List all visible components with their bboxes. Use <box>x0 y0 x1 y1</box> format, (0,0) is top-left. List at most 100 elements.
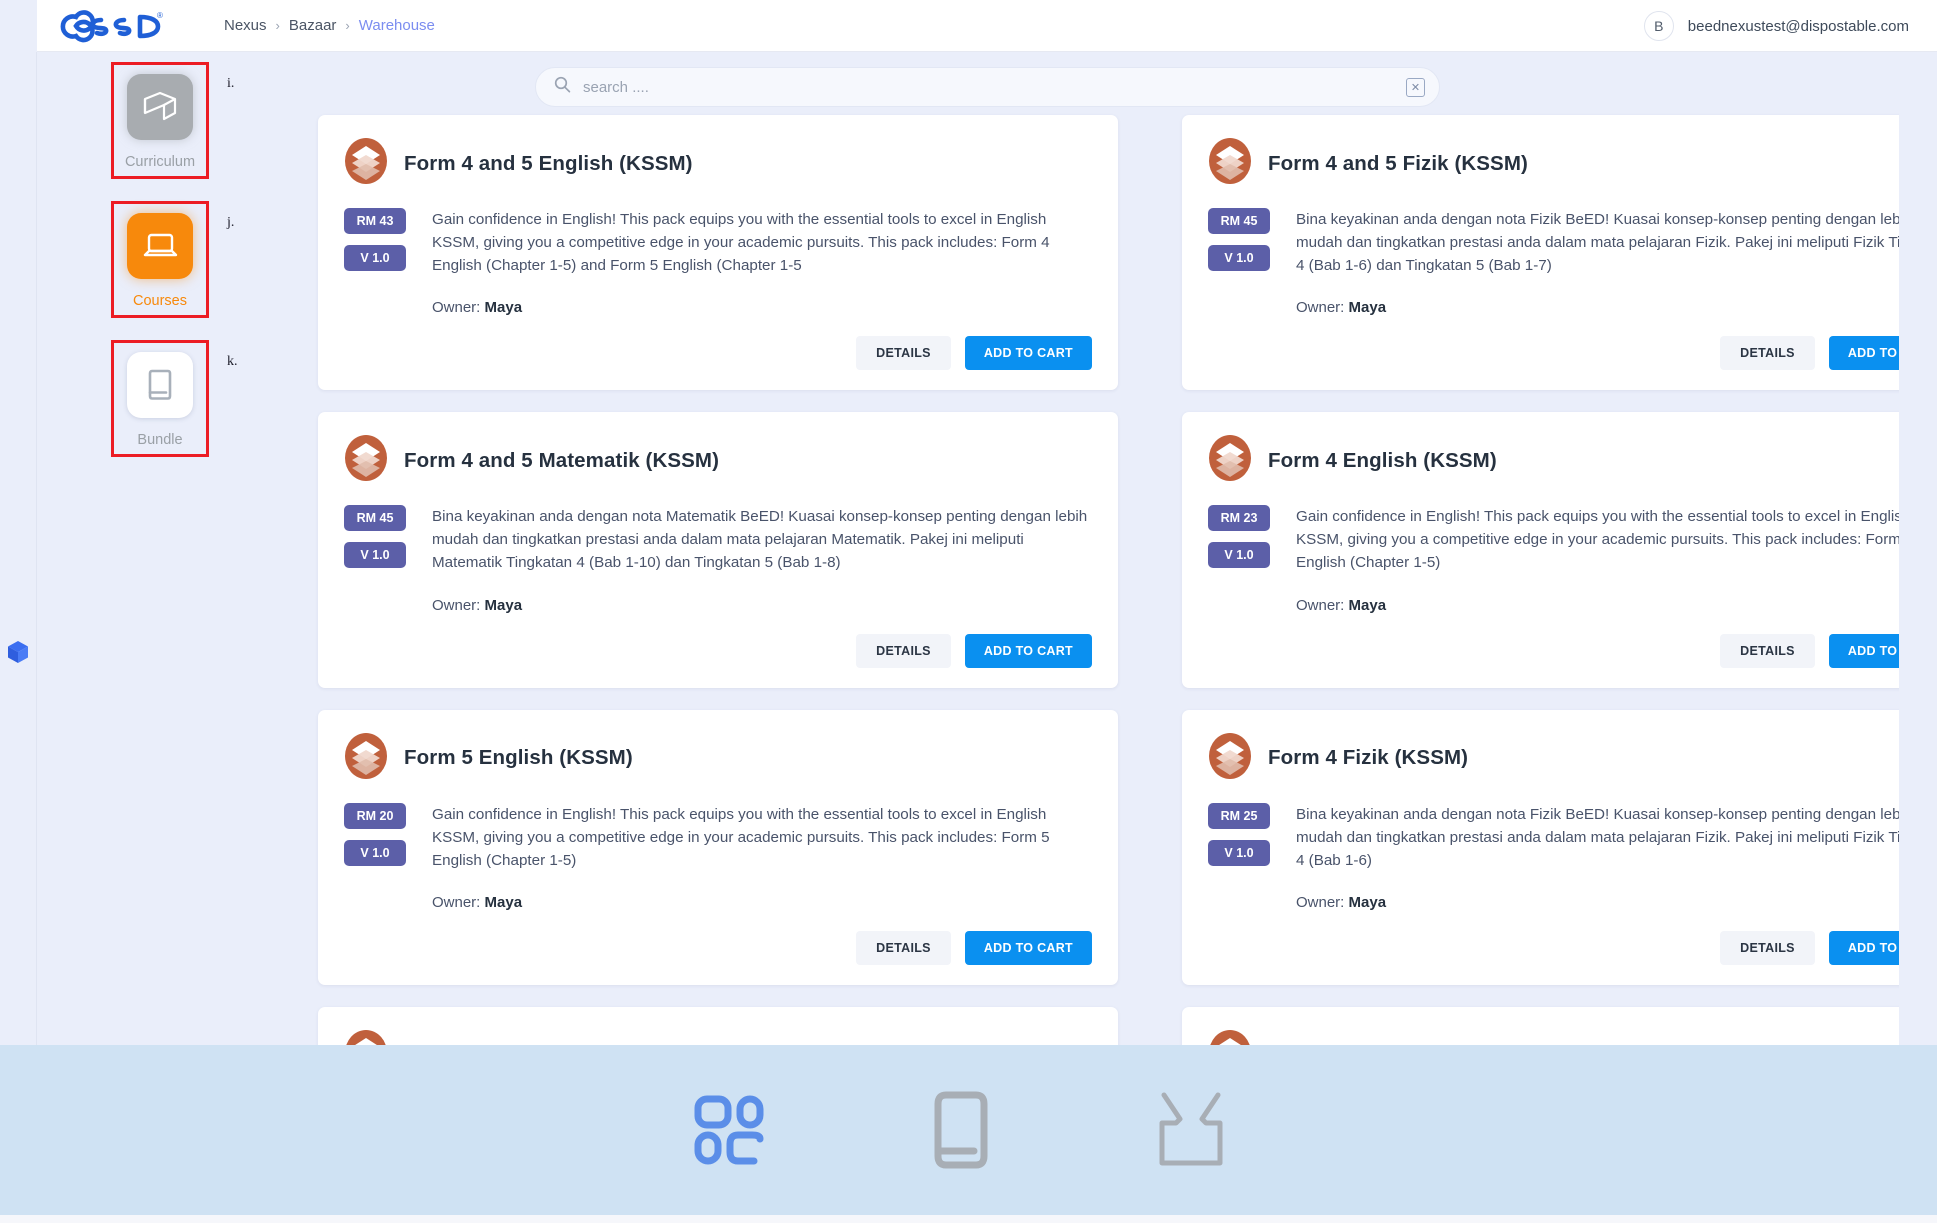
brand-logo[interactable]: ® <box>37 9 182 43</box>
card-header: Form 4 and 5 English (KSSM) <box>344 137 1092 190</box>
card-badges: RM 23 V 1.0 <box>1208 505 1270 667</box>
card-text: Bina keyakinan anda dengan nota Fizik Be… <box>1296 208 1899 371</box>
user-account[interactable]: B beednexustest@dispostable.com <box>1643 0 1909 52</box>
version-badge: V 1.0 <box>1208 245 1270 271</box>
warehouse-card-area: Form 4 and 5 English (KSSM) RM 43 V 1.0 … <box>37 110 1899 1085</box>
card-owner: Owner: Maya <box>432 597 1092 614</box>
search-input[interactable] <box>583 78 1394 96</box>
product-card: Form 4 and 5 Fizik (KSSM) RM 45 V 1.0 Bi… <box>1182 115 1899 391</box>
add-to-cart-button[interactable]: ADD TO CART <box>964 930 1092 965</box>
svg-text:®: ® <box>157 11 163 20</box>
breadcrumb-item-bazaar[interactable]: Bazaar <box>289 17 337 34</box>
price-badge: RM 45 <box>344 505 406 532</box>
card-text: Gain confidence in English! This pack eq… <box>432 208 1092 371</box>
layers-icon <box>344 732 388 785</box>
price-badge: RM 43 <box>344 208 406 234</box>
card-actions: DETAILS ADD TO CART <box>432 930 1092 965</box>
version-badge: V 1.0 <box>344 245 406 271</box>
annotation-marker-i: i. <box>227 76 235 91</box>
details-button[interactable]: DETAILS <box>1720 930 1815 965</box>
card-description: Gain confidence in English! This pack eq… <box>432 211 1050 275</box>
layers-icon <box>1208 732 1252 785</box>
apps-grid-icon[interactable] <box>690 1089 772 1171</box>
owner-label: Owner: <box>432 299 481 317</box>
product-card: Form 4 and 5 English (KSSM) RM 43 V 1.0 … <box>318 115 1118 391</box>
add-to-cart-button[interactable]: ADD TO CART <box>1828 633 1899 668</box>
price-badge: RM 25 <box>1208 802 1270 829</box>
bottom-nav-bar <box>0 1045 1937 1215</box>
card-grid: Form 4 and 5 English (KSSM) RM 43 V 1.0 … <box>37 110 1899 1085</box>
open-book-icon[interactable] <box>1150 1089 1232 1171</box>
top-bar: ® Nexus › Bazaar › Warehouse B beednexus… <box>0 0 1937 52</box>
card-badges: RM 45 V 1.0 <box>1208 208 1270 370</box>
card-title: Form 4 and 5 English (KSSM) <box>404 151 693 175</box>
details-button[interactable]: DETAILS <box>856 930 951 965</box>
card-header: Form 4 and 5 Matematik (KSSM) <box>344 434 1092 487</box>
add-to-cart-button[interactable]: ADD TO CART <box>1828 336 1899 371</box>
details-button[interactable]: DETAILS <box>856 633 951 668</box>
card-owner: Owner: Maya <box>1296 597 1899 614</box>
search-bar[interactable]: ✕ <box>535 67 1440 107</box>
owner-name: Maya <box>484 299 523 317</box>
card-badges: RM 45 V 1.0 <box>344 505 406 667</box>
breadcrumb: Nexus › Bazaar › Warehouse <box>224 17 435 34</box>
layers-icon <box>344 434 388 487</box>
product-card: Form 4 Fizik (KSSM) RM 25 V 1.0 Bina key… <box>1182 709 1899 985</box>
card-header: Form 4 Fizik (KSSM) <box>1208 732 1899 785</box>
add-to-cart-button[interactable]: ADD TO CART <box>964 336 1092 371</box>
owner-name: Maya <box>484 596 523 614</box>
card-body: RM 45 V 1.0 Bina keyakinan anda dengan n… <box>344 505 1092 668</box>
card-header: Form 4 and 5 Fizik (KSSM) <box>1208 137 1899 190</box>
add-to-cart-button[interactable]: ADD TO CART <box>1828 930 1899 965</box>
card-badges: RM 20 V 1.0 <box>344 802 406 965</box>
layers-icon <box>1208 137 1252 190</box>
breadcrumb-item-warehouse[interactable]: Warehouse <box>359 17 435 34</box>
price-badge: RM 20 <box>344 802 406 829</box>
user-email: beednexustest@dispostable.com <box>1687 17 1909 35</box>
version-badge: V 1.0 <box>344 839 406 866</box>
owner-label: Owner: <box>1296 299 1345 317</box>
card-body: RM 25 V 1.0 Bina keyakinan anda dengan n… <box>1208 802 1899 965</box>
card-actions: DETAILS ADD TO CART <box>1296 633 1899 668</box>
card-actions: DETAILS ADD TO CART <box>1296 930 1899 965</box>
owner-name: Maya <box>1348 596 1387 614</box>
product-card: Form 4 English (KSSM) RM 23 V 1.0 Gain c… <box>1182 412 1899 688</box>
version-badge: V 1.0 <box>1208 839 1270 866</box>
card-header: Form 4 English (KSSM) <box>1208 434 1899 487</box>
owner-label: Owner: <box>1296 893 1345 911</box>
breadcrumb-item-nexus[interactable]: Nexus <box>224 17 267 34</box>
card-title: Form 4 English (KSSM) <box>1268 448 1497 472</box>
owner-label: Owner: <box>432 893 481 911</box>
page-bottom-edge <box>0 1215 1937 1223</box>
topbar-rail-gap <box>0 0 37 52</box>
card-owner: Owner: Maya <box>432 299 1092 316</box>
version-badge: V 1.0 <box>344 542 406 569</box>
price-badge: RM 45 <box>1208 208 1270 234</box>
details-button[interactable]: DETAILS <box>1720 633 1815 668</box>
card-description: Bina keyakinan anda dengan nota Fizik Be… <box>1296 805 1899 869</box>
details-button[interactable]: DETAILS <box>1720 336 1815 371</box>
card-header: Form 5 English (KSSM) <box>344 732 1092 785</box>
card-badges: RM 25 V 1.0 <box>1208 802 1270 965</box>
product-card: Form 4 and 5 Matematik (KSSM) RM 45 V 1.… <box>318 412 1118 688</box>
card-actions: DETAILS ADD TO CART <box>432 633 1092 668</box>
add-to-cart-button[interactable]: ADD TO CART <box>964 633 1092 668</box>
cube-icon[interactable] <box>7 640 29 669</box>
card-text: Gain confidence in English! This pack eq… <box>1296 505 1899 668</box>
owner-name: Maya <box>1348 299 1387 317</box>
card-title: Form 4 Fizik (KSSM) <box>1268 746 1469 770</box>
owner-label: Owner: <box>432 596 481 614</box>
card-body: RM 43 V 1.0 Gain confidence in English! … <box>344 208 1092 371</box>
search-icon <box>554 76 571 98</box>
clear-search-icon[interactable]: ✕ <box>1406 77 1425 97</box>
card-owner: Owner: Maya <box>1296 299 1899 316</box>
card-badges: RM 43 V 1.0 <box>344 208 406 370</box>
layers-icon <box>1208 434 1252 487</box>
tablet-icon[interactable] <box>930 1089 992 1171</box>
layers-icon <box>344 137 388 190</box>
card-text: Bina keyakinan anda dengan nota Fizik Be… <box>1296 803 1899 965</box>
product-card: Form 5 English (KSSM) RM 20 V 1.0 Gain c… <box>318 709 1118 985</box>
details-button[interactable]: DETAILS <box>856 336 951 371</box>
card-text: Bina keyakinan anda dengan nota Matemati… <box>432 505 1092 668</box>
owner-name: Maya <box>484 893 523 911</box>
